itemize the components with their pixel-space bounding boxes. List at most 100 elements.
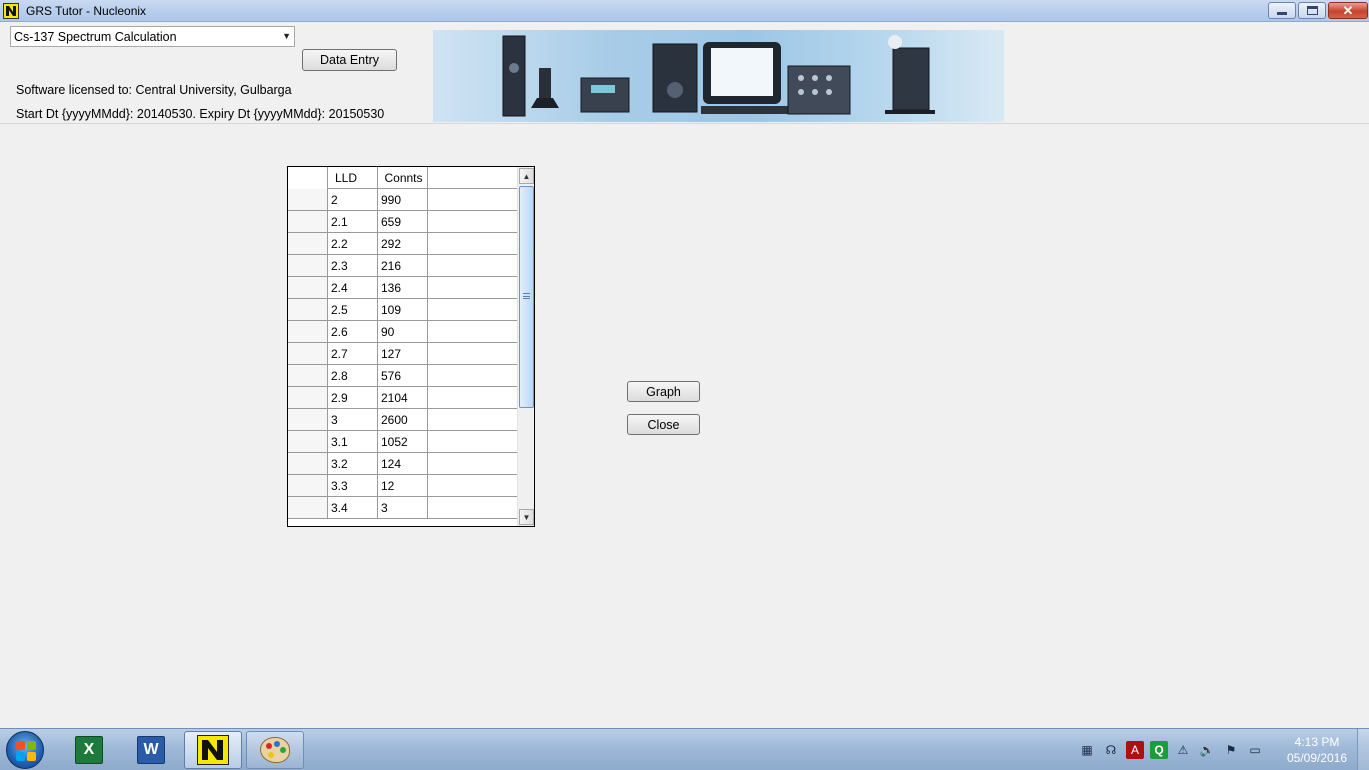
data-entry-button[interactable]: Data Entry	[302, 49, 397, 71]
network-icon[interactable]: ☊	[1102, 741, 1120, 759]
cell-lld[interactable]: 2.9	[328, 387, 378, 408]
taskbar-paint[interactable]	[246, 731, 304, 769]
row-header[interactable]	[288, 233, 328, 254]
chevron-down-icon[interactable]: ▼	[282, 31, 291, 41]
table-row[interactable]: 2 990	[288, 189, 518, 211]
table-row[interactable]: 3.1 1052	[288, 431, 518, 453]
cell-counts[interactable]: 12	[378, 475, 428, 496]
cell-counts[interactable]: 659	[378, 211, 428, 232]
display-icon[interactable]: ▭	[1246, 741, 1264, 759]
cell-lld[interactable]: 3	[328, 409, 378, 430]
cell-lld[interactable]: 2.4	[328, 277, 378, 298]
cell-lld[interactable]: 3.1	[328, 431, 378, 452]
nucleonix-logo-icon[interactable]	[3, 3, 19, 19]
volume-icon[interactable]: 🔈	[1198, 741, 1216, 759]
cell-lld[interactable]: 2	[328, 189, 378, 210]
grid-body: 2 990 2.1 659 2.2 292 2.3 216 2.4 136 2.5 109 2.6 90 2…	[288, 189, 518, 519]
row-header[interactable]	[288, 299, 328, 320]
row-header[interactable]	[288, 409, 328, 430]
show-desktop-button[interactable]	[1357, 729, 1369, 770]
windows-logo-icon	[16, 741, 36, 761]
start-button[interactable]	[6, 731, 44, 769]
cell-counts[interactable]: 109	[378, 299, 428, 320]
table-row[interactable]: 3 2600	[288, 409, 518, 431]
cell-counts[interactable]: 124	[378, 453, 428, 474]
table-row[interactable]: 2.5 109	[288, 299, 518, 321]
table-row[interactable]: 3.4 3	[288, 497, 518, 519]
acrobat-icon[interactable]: A	[1126, 741, 1144, 759]
table-row[interactable]: 2.4 136	[288, 277, 518, 299]
table-row[interactable]: 2.9 2104	[288, 387, 518, 409]
table-row[interactable]: 2.6 90	[288, 321, 518, 343]
cell-counts[interactable]: 576	[378, 365, 428, 386]
cell-lld[interactable]: 3.2	[328, 453, 378, 474]
close-window-button[interactable]: ✕	[1328, 2, 1368, 19]
row-header[interactable]	[288, 277, 328, 298]
cell-counts[interactable]: 216	[378, 255, 428, 276]
cell-counts[interactable]: 127	[378, 343, 428, 364]
cell-lld[interactable]: 2.2	[328, 233, 378, 254]
q-icon[interactable]: Q	[1150, 741, 1168, 759]
spectrum-data-grid[interactable]: LLD Connts 2 990 2.1 659 2.2 292 2.3 216 2.4 136 2…	[287, 166, 535, 527]
cell-counts[interactable]: 990	[378, 189, 428, 210]
table-row[interactable]: 2.2 292	[288, 233, 518, 255]
row-header[interactable]	[288, 365, 328, 386]
table-row[interactable]: 3.3 12	[288, 475, 518, 497]
close-icon: ✕	[1342, 3, 1354, 18]
table-row[interactable]: 3.2 124	[288, 453, 518, 475]
cell-lld[interactable]: 2.8	[328, 365, 378, 386]
row-header[interactable]	[288, 321, 328, 342]
row-header[interactable]	[288, 431, 328, 452]
table-row[interactable]: 2.7 127	[288, 343, 518, 365]
security-icon[interactable]: ⚠	[1174, 741, 1192, 759]
flag-icon[interactable]: ⚑	[1222, 741, 1240, 759]
taskbar-word[interactable]: W	[122, 731, 180, 769]
cell-counts[interactable]: 2104	[378, 387, 428, 408]
cell-counts[interactable]: 3	[378, 497, 428, 518]
cell-lld[interactable]: 2.6	[328, 321, 378, 342]
cell-lld[interactable]: 2.5	[328, 299, 378, 320]
cell-counts[interactable]: 1052	[378, 431, 428, 452]
row-header[interactable]	[288, 343, 328, 364]
license-text: Software licensed to: Central University…	[16, 83, 292, 97]
row-header[interactable]	[288, 497, 328, 518]
table-row[interactable]: 2.1 659	[288, 211, 518, 233]
cell-lld[interactable]: 2.3	[328, 255, 378, 276]
row-header[interactable]	[288, 189, 328, 210]
scroll-up-icon[interactable]: ▲	[519, 168, 534, 184]
cell-counts[interactable]: 292	[378, 233, 428, 254]
row-header[interactable]	[288, 453, 328, 474]
action-center-icon[interactable]: ▦	[1078, 741, 1096, 759]
grid-header-row: LLD Connts	[288, 167, 518, 189]
cell-lld[interactable]: 2.7	[328, 343, 378, 364]
maximize-button[interactable]	[1298, 2, 1326, 19]
cell-lld[interactable]: 3.4	[328, 497, 378, 518]
cell-counts[interactable]: 2600	[378, 409, 428, 430]
row-header-corner	[288, 167, 328, 189]
cell-lld[interactable]: 2.1	[328, 211, 378, 232]
row-header[interactable]	[288, 255, 328, 276]
clock-date: 05/09/2016	[1286, 751, 1348, 765]
row-header[interactable]	[288, 387, 328, 408]
graph-button[interactable]: Graph	[627, 381, 700, 402]
table-row[interactable]: 2.3 216	[288, 255, 518, 277]
cell-counts[interactable]: 90	[378, 321, 428, 342]
row-header[interactable]	[288, 475, 328, 496]
close-button[interactable]: Close	[627, 414, 700, 435]
column-header-counts[interactable]: Connts	[378, 167, 428, 189]
row-header[interactable]	[288, 211, 328, 232]
minimize-button[interactable]	[1268, 2, 1296, 19]
column-header-lld[interactable]: LLD	[328, 167, 378, 189]
clock[interactable]: 4:13 PM 05/09/2016	[1272, 734, 1362, 766]
word-icon: W	[137, 736, 165, 764]
table-row[interactable]: 2.8 576	[288, 365, 518, 387]
scroll-thumb[interactable]	[519, 186, 534, 408]
scroll-down-icon[interactable]: ▼	[519, 509, 534, 525]
system-tray: ▦ ☊ A Q ⚠ 🔈 ⚑ ▭	[1078, 739, 1264, 761]
taskbar-excel[interactable]: X	[60, 731, 118, 769]
cell-lld[interactable]: 3.3	[328, 475, 378, 496]
cell-counts[interactable]: 136	[378, 277, 428, 298]
taskbar-nucleonix[interactable]	[184, 731, 242, 769]
calculation-mode-dropdown[interactable]: Cs-137 Spectrum Calculation ▼	[10, 26, 295, 47]
vertical-scrollbar[interactable]: ▲ ▼	[517, 167, 534, 526]
